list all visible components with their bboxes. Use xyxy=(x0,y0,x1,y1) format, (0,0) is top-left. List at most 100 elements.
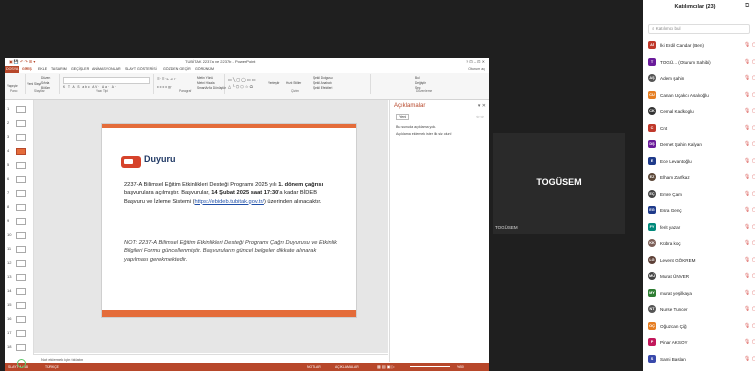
participant-row[interactable]: NT Nurse Tuncer 🎙 ▢ xyxy=(648,304,755,316)
ebideb-link[interactable]: https://ebideb.tubitak.gov.tr/ xyxy=(194,199,263,205)
slide-thumbnail[interactable]: 12 xyxy=(7,260,31,267)
slide-thumbnail[interactable]: 9 xyxy=(7,218,31,225)
zoom-slider[interactable] xyxy=(410,366,450,367)
participant-name: Cemal Kadkoglu xyxy=(660,109,694,114)
participant-search-input[interactable]: ⌕ Katılımcı bul xyxy=(648,24,750,34)
layout-button[interactable]: Düzen xyxy=(41,76,50,80)
participant-row[interactable]: C Cnt 🎙 ▢ xyxy=(648,123,755,135)
slide-thumbnail[interactable]: 6 xyxy=(7,176,31,183)
slide-thumbnail[interactable]: 11 xyxy=(7,246,31,253)
find-button[interactable]: Bul xyxy=(415,76,420,80)
participant-row[interactable]: EÇ Emre Çam 🎙 ▢ xyxy=(648,189,755,201)
participant-row[interactable]: AŞ Adem şahin 🎙 ▢ xyxy=(648,73,755,85)
tile-label: TOGÜSEM xyxy=(495,225,518,230)
notes-toggle[interactable]: NOTLAR xyxy=(307,365,321,369)
account-sign-in[interactable]: Oturum aç xyxy=(468,67,485,71)
participant-row[interactable]: MY murat yeşilkaya 🎙 ▢ xyxy=(648,288,755,300)
participant-row[interactable]: Aİ İki Erdil Candar (Ben) 🎙 ▢ xyxy=(648,40,755,52)
participant-row[interactable]: FY ferit yazar 🎙 ▢ xyxy=(648,222,755,234)
add-comment-hint: Açıklama eklemek ister ilk siz olun! xyxy=(396,132,452,136)
slide-thumbnail[interactable]: 15 xyxy=(7,302,31,309)
slide-thumbnail[interactable]: 2 xyxy=(7,120,31,127)
arrange-button[interactable]: Yerleştir xyxy=(268,81,279,85)
participant-row[interactable]: E Ece Levantoğlu 🎙 ▢ xyxy=(648,156,755,168)
tab-ekle[interactable]: EKLE xyxy=(38,67,47,71)
slide-number: 17 xyxy=(7,330,12,335)
tab-dosya[interactable]: DOSYA xyxy=(6,67,18,71)
new-slide-button[interactable]: Yeni Slayt xyxy=(27,82,41,86)
close-icon[interactable]: ▾ ✕ xyxy=(478,103,486,109)
shape-fill-button[interactable]: Şekil Dolgusu xyxy=(313,76,333,80)
tab-gozden-gecir[interactable]: GÖZDEN GEÇİR xyxy=(163,67,191,71)
slide-number: 12 xyxy=(7,260,12,265)
window-controls[interactable]: ? ⊡ – ⊡ ✕ xyxy=(466,59,485,64)
avatar: P xyxy=(648,338,656,346)
list-buttons[interactable]: ☰· ☰· ⇤ ⇥ ↕· xyxy=(157,77,176,81)
replace-button[interactable]: Değiştir xyxy=(415,81,426,85)
participant-row[interactable]: T TOGÜ... (Oturum Sahibi) 🎙 ▢ xyxy=(648,57,755,69)
quick-styles-button[interactable]: Hızlı Stiller xyxy=(286,81,301,85)
zoom-level[interactable]: %50 xyxy=(457,365,464,369)
new-comment-button[interactable]: Yeni xyxy=(396,114,410,120)
participant-row[interactable]: P Pinar AKSOY 🎙 ▢ xyxy=(648,337,755,349)
slide-thumbnail[interactable]: 7 xyxy=(7,190,31,197)
quick-access-toolbar[interactable]: ▣ 💾 ↶ ↷ ⊞ ▾ xyxy=(9,59,35,64)
slide-number: 16 xyxy=(7,316,12,321)
mic-muted-icon: 🎙 xyxy=(744,124,751,131)
tab-gorunum[interactable]: GÖRÜNÜM xyxy=(195,67,214,71)
slide-thumbnail[interactable]: 4 xyxy=(7,148,31,155)
font-name-box[interactable] xyxy=(63,77,150,84)
shapes-gallery-row2[interactable]: △ ╰ ⬠ ⬡ ☆ ⬭ xyxy=(228,84,253,89)
slide-thumbnail[interactable]: 3 xyxy=(7,134,31,141)
font-format-buttons[interactable]: K T A S abc AV· Aa· A· xyxy=(63,85,117,89)
thumbnail-preview xyxy=(16,106,26,113)
slide-thumbnail[interactable]: 14 xyxy=(7,288,31,295)
paste-button[interactable]: Yapıştır xyxy=(7,84,18,88)
slide-thumbnail[interactable]: 17 xyxy=(7,330,31,337)
notes-pane[interactable]: Not eklemek için tıklatın xyxy=(34,354,388,363)
text-direction-button[interactable]: Metin Yönü xyxy=(197,76,213,80)
participant-video-tile[interactable]: TOGÜSEM TOGÜSEM xyxy=(493,133,625,234)
slide-thumbnail[interactable]: 16 xyxy=(7,316,31,323)
view-buttons[interactable]: ▦ ▤ ▣ ▷ xyxy=(377,364,395,369)
align-buttons[interactable]: ≡ ≡ ≡ ≡ ▥· xyxy=(157,85,172,89)
current-slide[interactable]: Duyuru 2237-A Bilimsel Eğitim Etkinlikle… xyxy=(101,123,357,318)
participant-row[interactable]: OÇ Oğuzcan Çiğ 🎙 ▢ xyxy=(648,321,755,333)
group-label-slaytlar: Slaytlar xyxy=(34,89,45,93)
comment-nav-arrows[interactable]: ⇦ ⇨ xyxy=(476,114,484,119)
language-indicator[interactable]: TÜRKÇE xyxy=(45,365,59,369)
smartart-button[interactable]: SmartArt'a Dönüştür xyxy=(197,86,226,90)
slide-bottom-stripe xyxy=(102,310,356,317)
thumbnail-preview xyxy=(16,176,26,183)
comments-toggle[interactable]: AÇIKLAMALAR xyxy=(335,365,359,369)
reset-button[interactable]: Sıfırla xyxy=(41,81,49,85)
tab-tasarim[interactable]: TASARIM xyxy=(51,67,67,71)
shape-outline-button[interactable]: Şekil Anahatı xyxy=(313,81,332,85)
tab-slayt-gosterisi[interactable]: SLAYT GÖSTERİSİ xyxy=(125,67,157,71)
comments-pane: Açıklamalar ▾ ✕ Yeni ⇦ ⇨ Bu sunuda açıkl… xyxy=(389,100,489,362)
slide-thumbnail[interactable]: 5 xyxy=(7,162,31,169)
participant-row[interactable]: MÜ Murat ÜNVER 🎙 ▢ xyxy=(648,271,755,283)
participant-row[interactable]: EZ Elham Zarfkaz 🎙 ▢ xyxy=(648,172,755,184)
tab-gecisler[interactable]: GEÇİŞLER xyxy=(71,67,89,71)
participant-row[interactable]: DŞ Demet Şahin Kalyan 🎙 ▢ xyxy=(648,139,755,151)
panel-options-icon[interactable]: ⧉ xyxy=(745,3,749,10)
tab-giris[interactable]: GİRİŞ xyxy=(22,67,32,71)
participant-row[interactable]: KK Kübra koç 🎙 ▢ xyxy=(648,238,755,250)
participant-row[interactable]: CU Canan Uçakcı Asalıoğlu 🎙 ▢ xyxy=(648,90,755,102)
slide-thumbnail[interactable]: 18 xyxy=(7,344,31,351)
slide-thumbnail[interactable]: 1 xyxy=(7,106,31,113)
slide-thumbnail[interactable]: 10 xyxy=(7,232,31,239)
thumbnail-preview xyxy=(16,148,26,155)
tab-animasyonlar[interactable]: ANİMASYONLAR xyxy=(92,67,121,71)
shapes-gallery[interactable]: ▭ ╲ ▢ ◯ ▭ ▭ xyxy=(228,77,256,82)
shape-effects-button[interactable]: Şekil Efektleri xyxy=(313,86,332,90)
align-text-button[interactable]: Metni Hizala xyxy=(197,81,215,85)
participant-row[interactable]: S Sami Baslan 🎙 ▢ xyxy=(648,354,755,366)
participant-row[interactable]: LG Levent GÖKREM 🎙 ▢ xyxy=(648,255,755,267)
slide-thumbnail[interactable]: 13 xyxy=(7,274,31,281)
participant-row[interactable]: EG Esra Genç 🎙 ▢ xyxy=(648,205,755,217)
slide-number: 5 xyxy=(7,162,10,167)
participant-row[interactable]: CK Cemal Kadkoglu 🎙 ▢ xyxy=(648,106,755,118)
slide-thumbnail[interactable]: 8 xyxy=(7,204,31,211)
